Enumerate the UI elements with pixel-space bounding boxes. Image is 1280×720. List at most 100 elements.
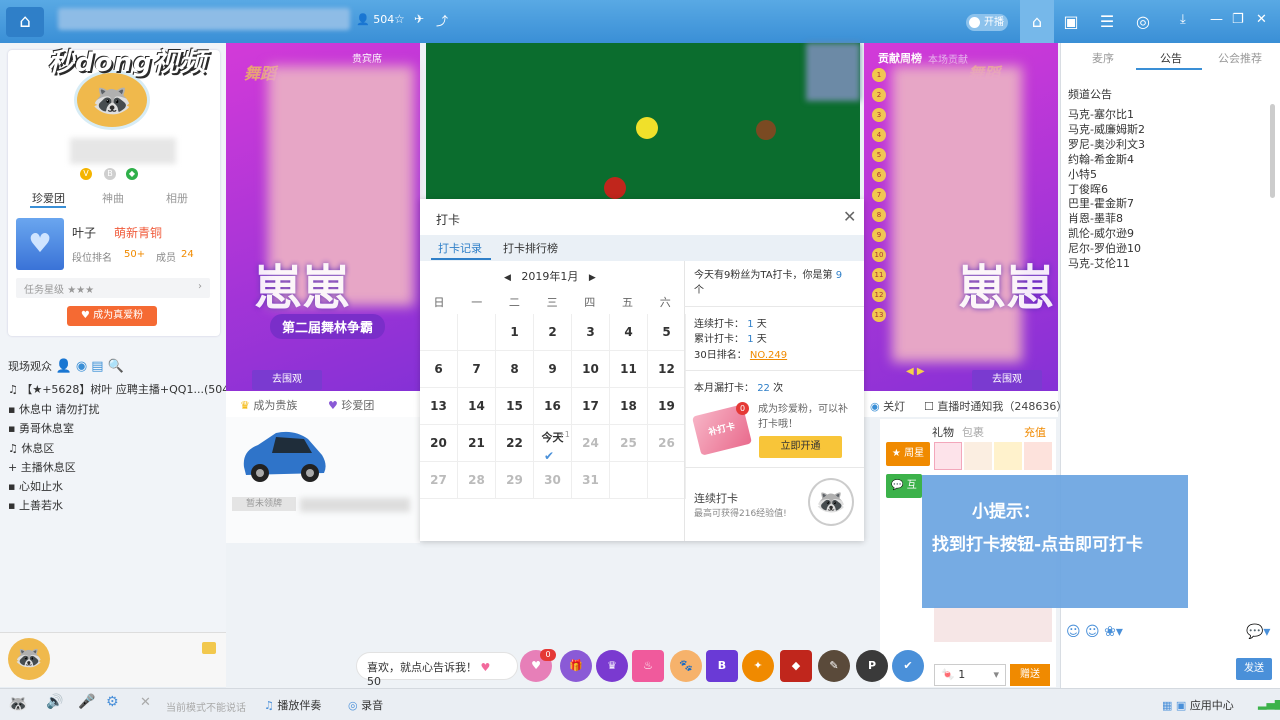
record-button[interactable]: ◎ 录音: [348, 697, 383, 713]
calendar-day[interactable]: 31: [572, 462, 610, 499]
channel-item[interactable]: ♫ 休息区: [8, 440, 54, 456]
checkin-icon[interactable]: ✔: [892, 650, 924, 682]
download-icon[interactable]: ⤓: [1180, 12, 1186, 27]
calendar-day[interactable]: 10: [572, 351, 610, 388]
calendar-day[interactable]: 1: [496, 314, 534, 351]
weekly-rank-tab[interactable]: 贡献周榜: [878, 50, 922, 66]
tab-album[interactable]: 相册: [166, 190, 188, 206]
banner-arrows-icon[interactable]: ◀ ▶: [906, 366, 925, 377]
tab-announcement[interactable]: 公告: [1160, 50, 1182, 66]
session-rank-tab[interactable]: 本场贡献: [928, 51, 968, 66]
speaker-icon[interactable]: 🔊: [46, 694, 63, 710]
calendar-day[interactable]: 2: [534, 314, 572, 351]
gift-quantity-select[interactable]: 🍬 1 ▾: [934, 664, 1006, 686]
calendar-day[interactable]: 12: [648, 351, 686, 388]
accompany-button[interactable]: ♫ 播放伴奏: [264, 697, 321, 713]
gift-item-icon[interactable]: [1024, 442, 1052, 470]
send-button[interactable]: 发送: [1236, 658, 1272, 680]
calendar-day[interactable]: 26: [648, 425, 686, 462]
maximize-icon[interactable]: ❐: [1232, 12, 1244, 27]
star-icon[interactable]: ☆: [394, 12, 405, 26]
open-now-button[interactable]: 立即开通: [759, 436, 842, 458]
calendar-day[interactable]: 7: [458, 351, 496, 388]
calendar-day[interactable]: 16: [534, 388, 572, 425]
channel-item[interactable]: ♫ 【★+5628】树叶 应聘主播+QQ1...(504): [8, 381, 234, 397]
notify-checkbox[interactable]: ☐ 直播时通知我（248636）: [924, 398, 1067, 414]
channel-item[interactable]: + 主播休息区: [8, 459, 76, 475]
tab-fan-group[interactable]: 珍爱团: [32, 190, 65, 206]
rank30-link[interactable]: NO.249: [750, 350, 787, 361]
nav-game-icon[interactable]: ◎: [1126, 0, 1160, 43]
calendar-day[interactable]: 4: [610, 314, 648, 351]
calendar-day[interactable]: 22: [496, 425, 534, 462]
gift-box-icon[interactable]: 🎁: [560, 650, 592, 682]
calendar-day[interactable]: 9: [534, 351, 572, 388]
self-avatar[interactable]: 🦝: [8, 638, 50, 680]
interact-button[interactable]: 💬 互: [886, 474, 922, 498]
calendar-day[interactable]: 14: [458, 388, 496, 425]
audience-tools-icon[interactable]: 👤 ◉ ▤ 🔍: [56, 359, 124, 374]
calendar-day[interactable]: 24: [572, 425, 610, 462]
lottery-icon[interactable]: ✦: [742, 650, 774, 682]
send-gift-button[interactable]: 赠送: [1010, 664, 1050, 686]
calendar-day[interactable]: 28: [458, 462, 496, 499]
app-logo-icon[interactable]: 🦝: [8, 694, 28, 713]
guild-icon[interactable]: ♛: [596, 650, 628, 682]
gift-item-icon[interactable]: [964, 442, 992, 470]
calendar-day[interactable]: 6: [420, 351, 458, 388]
prev-month-icon[interactable]: ◀: [504, 273, 511, 283]
pet-icon[interactable]: 🐾: [670, 650, 702, 682]
calendar-day[interactable]: 20: [420, 425, 458, 462]
tab-guild-recommend[interactable]: 公会推荐: [1218, 50, 1262, 66]
quick-gift-bar[interactable]: 喜欢，就点心告诉我！ ♥ 50: [356, 652, 518, 688]
boss-icon[interactable]: B: [706, 650, 738, 682]
chat-tools-icon[interactable]: ☺ ☺ ❀▾: [1066, 624, 1123, 640]
gift-item-icon[interactable]: [934, 442, 962, 470]
live-toggle[interactable]: 开播: [966, 14, 1008, 31]
share-icon[interactable]: ⤴: [436, 12, 448, 29]
calendar-day[interactable]: 3: [572, 314, 610, 351]
tab-songs[interactable]: 神曲: [102, 190, 124, 206]
tab-checkin-record[interactable]: 打卡记录: [438, 240, 482, 256]
calendar-day[interactable]: 18: [610, 388, 648, 425]
star-gift-button[interactable]: ★ 周星: [886, 442, 930, 466]
recharge-link[interactable]: 充值: [1024, 424, 1046, 440]
anchor-avatar[interactable]: 🦝: [74, 70, 150, 130]
close-window-icon[interactable]: ✕: [1256, 12, 1267, 27]
app-center-button[interactable]: ▦ ▣ 应用中心: [1162, 697, 1234, 713]
channel-item[interactable]: ▪ 勇哥休息室: [8, 420, 74, 436]
become-noble-button[interactable]: ♛ 成为贵族: [240, 397, 297, 413]
nav-home-icon[interactable]: ⌂: [1020, 0, 1054, 43]
microphone-icon[interactable]: 🎤: [78, 694, 95, 710]
notice-scrollbar[interactable]: [1270, 104, 1275, 198]
channel-item[interactable]: ▪ 心如止水: [8, 478, 63, 494]
nav-list-icon[interactable]: ☰: [1090, 0, 1124, 43]
calendar-day[interactable]: 27: [420, 462, 458, 499]
plane-icon[interactable]: ✈: [414, 12, 424, 26]
p-coin-icon[interactable]: P: [856, 650, 888, 682]
go-watch-button-right[interactable]: 去围观: [972, 370, 1042, 390]
home-logo-icon[interactable]: ⌂: [6, 7, 44, 37]
nav-profile-icon[interactable]: ▣: [1054, 0, 1088, 43]
calendar-day[interactable]: 29: [496, 462, 534, 499]
tab-checkin-ranking[interactable]: 打卡排行榜: [503, 240, 558, 256]
mail-icon[interactable]: [202, 642, 216, 654]
lights-off-button[interactable]: ◉ 关灯: [870, 398, 905, 414]
channel-item[interactable]: ▪ 休息中 请勿打扰: [8, 401, 99, 417]
close-icon[interactable]: ✕: [843, 207, 856, 226]
gift-item-icon[interactable]: [994, 442, 1022, 470]
hot-love-icon[interactable]: ♨: [632, 650, 664, 682]
go-watch-button-left[interactable]: 去围观: [252, 370, 322, 390]
calendar-day[interactable]: 11: [610, 351, 648, 388]
tab-mic-order[interactable]: 麦序: [1092, 50, 1114, 66]
next-month-icon[interactable]: ▶: [589, 273, 596, 283]
channel-item[interactable]: ▪ 上善若水: [8, 497, 63, 513]
calendar-day[interactable]: 8: [496, 351, 534, 388]
gem-icon[interactable]: ◆: [780, 650, 812, 682]
calendar-day[interactable]: 15: [496, 388, 534, 425]
calendar-day[interactable]: 13: [420, 388, 458, 425]
equalizer-icon[interactable]: ⚙: [106, 694, 119, 710]
bag-tab[interactable]: 包裹: [962, 424, 984, 440]
calendar-day[interactable]: 25: [610, 425, 648, 462]
gift-tab[interactable]: 礼物: [932, 424, 954, 440]
